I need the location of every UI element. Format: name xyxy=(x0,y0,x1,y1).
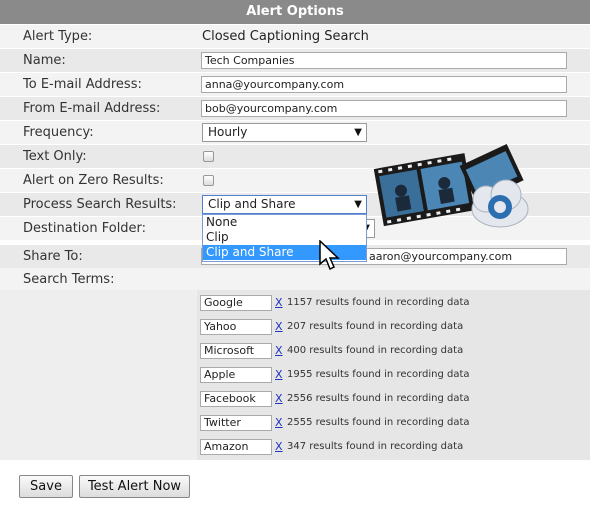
term-result-text: 2556 results found in recording data xyxy=(287,393,470,404)
alert-zero-checkbox[interactable] xyxy=(203,175,214,186)
term-result-text: 2555 results found in recording data xyxy=(287,417,470,428)
name-label: Name: xyxy=(23,53,66,68)
term-result-text: 347 results found in recording data xyxy=(287,441,464,452)
name-input[interactable]: Tech Companies xyxy=(201,52,567,69)
test-alert-button[interactable]: Test Alert Now xyxy=(79,475,190,498)
text-only-label: Text Only: xyxy=(23,149,87,164)
term-input[interactable]: Microsoft xyxy=(200,343,272,359)
frequency-select-value: Hourly xyxy=(208,125,248,139)
remove-term-link[interactable]: X xyxy=(275,368,283,381)
term-input[interactable]: Twitter xyxy=(200,415,272,431)
text-only-checkbox[interactable] xyxy=(203,151,214,162)
frequency-select[interactable]: Hourly ▼ xyxy=(202,123,367,142)
term-input[interactable]: Apple xyxy=(200,367,272,383)
from-email-label: From E-mail Address: xyxy=(23,101,161,116)
panel-header: Alert Options xyxy=(0,0,590,24)
search-terms-label: Search Terms: xyxy=(23,272,115,287)
film-cloud-graphic xyxy=(373,143,529,228)
dropdown-arrow-icon: ▼ xyxy=(354,199,362,210)
remove-term-link[interactable]: X xyxy=(275,320,283,333)
term-result-text: 400 results found in recording data xyxy=(287,345,464,356)
remove-term-link[interactable]: X xyxy=(275,392,283,405)
destination-folder-label: Destination Folder: xyxy=(23,221,147,236)
to-email-label: To E-mail Address: xyxy=(23,77,142,92)
row-alert-type: Alert Type: Closed Captioning Search xyxy=(0,25,590,49)
term-input[interactable]: Google xyxy=(200,295,272,311)
mouse-pointer-icon xyxy=(319,240,340,271)
row-name: Name: Tech Companies xyxy=(0,49,590,73)
alert-type-label: Alert Type: xyxy=(23,29,93,44)
term-result-text: 1157 results found in recording data xyxy=(287,297,470,308)
term-result-text: 1955 results found in recording data xyxy=(287,369,470,380)
remove-term-link[interactable]: X xyxy=(275,296,283,309)
term-input[interactable]: Amazon xyxy=(200,439,272,455)
term-result-text: 207 results found in recording data xyxy=(287,321,464,332)
remove-term-link[interactable]: X xyxy=(275,416,283,429)
remove-term-link[interactable]: X xyxy=(275,344,283,357)
row-from-email: From E-mail Address: bob@yourcompany.com xyxy=(0,97,590,121)
frequency-label: Frequency: xyxy=(23,125,94,140)
process-results-label: Process Search Results: xyxy=(23,197,177,212)
row-to-email: To E-mail Address: anna@yourcompany.com xyxy=(0,73,590,97)
term-input[interactable]: Facebook xyxy=(200,391,272,407)
dropdown-arrow-icon: ▼ xyxy=(354,127,362,138)
from-email-input[interactable]: bob@yourcompany.com xyxy=(201,100,567,117)
alert-type-value: Closed Captioning Search xyxy=(202,29,369,44)
alert-zero-label: Alert on Zero Results: xyxy=(23,173,164,188)
remove-term-link[interactable]: X xyxy=(275,440,283,453)
share-to-label: Share To: xyxy=(23,249,83,264)
dropdown-option-none[interactable]: None xyxy=(203,215,366,230)
process-results-select[interactable]: Clip and Share ▼ xyxy=(202,195,367,214)
row-frequency: Frequency: Hourly ▼ xyxy=(0,121,590,145)
term-input[interactable]: Yahoo xyxy=(200,319,272,335)
dropdown-option-clip[interactable]: Clip xyxy=(203,230,366,245)
to-email-input[interactable]: anna@yourcompany.com xyxy=(201,76,567,93)
process-results-dropdown: None Clip Clip and Share xyxy=(202,214,367,262)
save-button[interactable]: Save xyxy=(19,475,73,498)
row-search-terms: Search Terms: xyxy=(0,268,590,292)
terms-left-column xyxy=(0,290,197,460)
dropdown-option-clip-and-share[interactable]: Clip and Share xyxy=(203,245,366,260)
process-results-select-value: Clip and Share xyxy=(208,197,296,211)
